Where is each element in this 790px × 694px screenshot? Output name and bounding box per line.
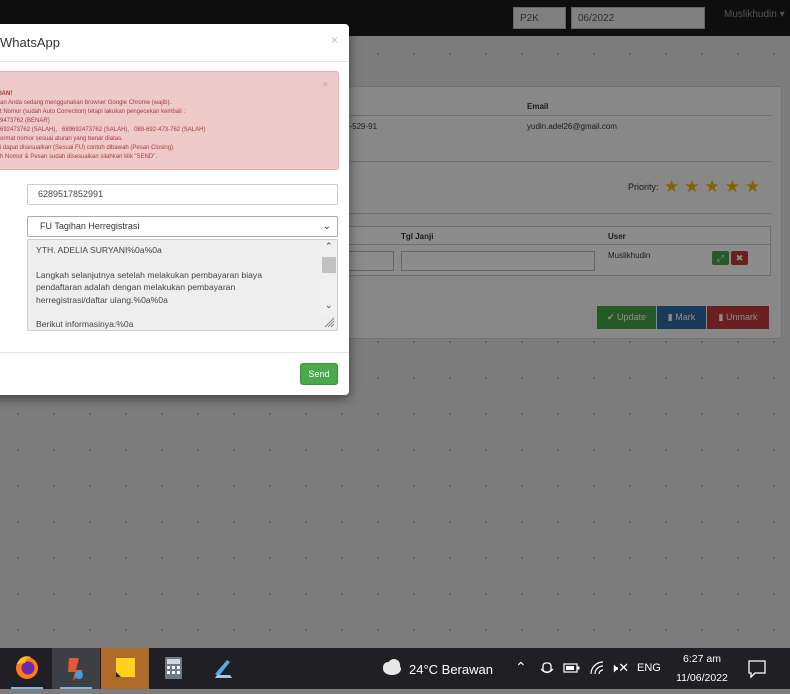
app-taskbar-button[interactable] [52,648,100,689]
chevron-down-icon[interactable]: ⌄ [325,300,333,311]
taskbar: 24°C Berawan ⌃ 🕨✕ ENG 6:27 am 11/06/2022 [0,648,790,689]
chevron-down-icon: ⌄ [322,221,331,232]
calculator-taskbar-button[interactable] [150,648,198,689]
meet-now-icon[interactable] [540,660,554,678]
scrollbar[interactable]: ⌃ ⌄ [321,240,337,316]
message-type-select[interactable]: FU Tagihan Herregistrasi ⌄ [27,216,338,237]
phone-input[interactable]: 6289517852991 [27,184,338,205]
wifi-icon[interactable] [589,660,605,676]
whatsapp-modal: WhatsApp × × IAN! an Anda sedang menggun… [0,24,349,395]
clock-time[interactable]: 6:27 am [668,653,736,665]
battery-icon[interactable] [563,662,581,674]
message-text: YTH. ADELIA SURYANI%0a%0a Langkah selanj… [36,245,262,330]
cloud-icon [383,659,401,675]
firefox-icon [16,656,38,679]
firefox-taskbar-button[interactable] [3,648,51,689]
send-button[interactable]: Send [300,363,338,385]
sticky-notes-taskbar-button[interactable] [101,648,149,689]
language-indicator[interactable]: ENG [637,662,661,674]
resize-grip-icon[interactable] [323,316,335,328]
close-icon[interactable]: × [331,33,338,47]
scrollbar-thumb[interactable] [322,257,336,273]
modal-title: WhatsApp [0,35,60,50]
divider [0,352,349,353]
chevron-up-icon[interactable]: ⌃ [325,241,333,252]
message-textarea[interactable]: YTH. ADELIA SURYANI%0a%0a Langkah selanj… [27,239,338,331]
warning-alert: × IAN! an Anda sedang menggunakan browse… [0,71,339,170]
clock-date[interactable]: 11/06/2022 [668,672,736,684]
sticky-notes-icon [116,658,135,677]
chevron-up-icon[interactable]: ⌃ [515,659,527,676]
alert-text: IAN! an Anda sedang menggunakan browser … [0,91,206,160]
calculator-icon [165,657,182,679]
notifications-icon[interactable] [747,659,767,679]
close-icon[interactable]: × [322,80,328,91]
snipping-tool-taskbar-button[interactable] [199,648,247,689]
weather-text[interactable]: 24°C Berawan [409,662,493,677]
snipping-tool-icon [215,660,232,678]
volume-muted-icon[interactable]: 🕨✕ [610,660,629,676]
app-icon [68,658,83,681]
divider [0,61,349,62]
